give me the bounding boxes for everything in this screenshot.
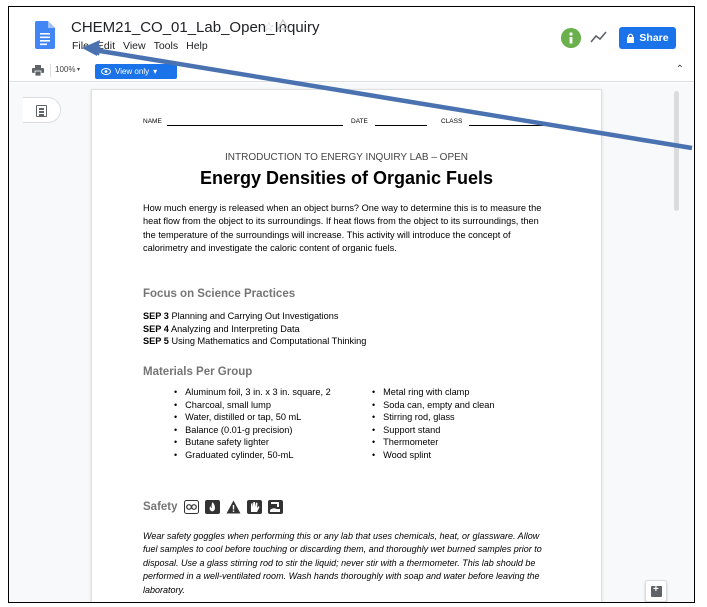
class-line xyxy=(469,125,547,126)
list-item: Balance (0.01-g precision) xyxy=(174,424,331,437)
lock-icon xyxy=(627,33,635,43)
google-docs-window: CHEM21_CO_01_Lab_Open_Inquiry ☆ File Edi… xyxy=(8,6,695,603)
materials-heading: Materials Per Group xyxy=(143,366,253,378)
vertical-scrollbar[interactable] xyxy=(674,91,679,211)
warning-icon xyxy=(226,500,241,514)
menu-help[interactable]: Help xyxy=(186,40,208,52)
list-item: Graduated cylinder, 50-mL xyxy=(174,449,331,462)
menu-view[interactable]: View xyxy=(123,40,146,52)
list-item: Stirring rod, glass xyxy=(372,411,495,424)
screenshot-frame: CHEM21_CO_01_Lab_Open_Inquiry ☆ File Edi… xyxy=(0,0,707,607)
eye-icon xyxy=(101,68,111,75)
practices-list: SEP 3 Planning and Carrying Out Investig… xyxy=(143,310,366,348)
practice-item: SEP 4 Analyzing and Interpreting Data xyxy=(143,323,300,334)
list-item: Charcoal, small lump xyxy=(174,399,331,412)
menu-tools[interactable]: Tools xyxy=(154,40,179,52)
list-item: Support stand xyxy=(372,424,495,437)
document-subtitle: INTRODUCTION TO ENERGY INQUIRY LAB – OPE… xyxy=(224,152,469,163)
menu-edit[interactable]: Edit xyxy=(97,40,115,52)
add-comment-icon xyxy=(651,584,662,597)
list-item: Butane safety lighter xyxy=(174,436,331,449)
wash-hands-icon xyxy=(267,500,283,514)
view-only-label: View only xyxy=(115,67,150,76)
glove-icon xyxy=(246,500,262,514)
add-comment-button[interactable] xyxy=(645,580,667,602)
intro-paragraph: How much energy is released when an obje… xyxy=(143,203,542,254)
materials-list-left: Aluminum foil, 3 in. x 3 in. square, 2 C… xyxy=(174,386,331,461)
zoom-select[interactable]: 100% xyxy=(55,65,75,74)
name-label: NAME xyxy=(143,118,162,125)
share-label: Share xyxy=(639,32,669,44)
star-icon[interactable]: ☆ xyxy=(263,19,275,35)
collapse-menus-icon[interactable]: ⌃ xyxy=(676,64,684,75)
view-only-mode-button[interactable]: View only ▾ xyxy=(95,64,177,79)
share-button[interactable]: Share xyxy=(619,27,676,49)
class-label: CLASS xyxy=(441,118,463,125)
name-line xyxy=(167,125,343,126)
list-item: Water, distilled or tap, 50 mL xyxy=(174,411,331,424)
document-page: NAME DATE CLASS INTRODUCTION TO ENERGY I… xyxy=(91,89,602,602)
outline-icon xyxy=(36,105,47,117)
practice-item: SEP 5 Using Mathematics and Computationa… xyxy=(143,336,367,346)
document-canvas: NAME DATE CLASS INTRODUCTION TO ENERGY I… xyxy=(9,83,694,602)
activity-dashboard-icon[interactable] xyxy=(590,30,608,44)
document-outline-button[interactable] xyxy=(23,97,61,123)
list-item: Thermometer xyxy=(372,436,495,449)
menu-file[interactable]: File xyxy=(72,40,89,52)
move-to-folder-icon[interactable] xyxy=(277,19,289,31)
menu-bar: File Edit View Tools Help xyxy=(72,40,208,52)
focus-heading: Focus on Science Practices xyxy=(143,288,296,300)
toolbar: 100% ▾ View only ▾ ⌃ xyxy=(9,60,694,82)
toolbar-divider xyxy=(50,64,51,77)
flame-icon xyxy=(204,500,220,514)
chevron-down-icon: ▾ xyxy=(153,67,158,76)
practice-item: SEP 3 Planning and Carrying Out Investig… xyxy=(143,311,339,321)
print-icon[interactable] xyxy=(32,65,44,76)
list-item: Metal ring with clamp xyxy=(372,386,495,399)
list-item: Wood splint xyxy=(372,449,495,462)
list-item: Aluminum foil, 3 in. x 3 in. square, 2 xyxy=(174,386,331,399)
docs-logo-icon[interactable] xyxy=(35,21,55,49)
avatar[interactable] xyxy=(561,28,581,48)
safety-paragraph: Wear safety goggles when performing this… xyxy=(143,531,542,595)
app-header: CHEM21_CO_01_Lab_Open_Inquiry ☆ File Edi… xyxy=(9,7,694,57)
date-line xyxy=(375,125,427,126)
safety-heading: Safety xyxy=(143,501,178,513)
chevron-down-icon[interactable]: ▾ xyxy=(77,66,80,73)
date-label: DATE xyxy=(351,118,368,125)
goggles-icon xyxy=(183,500,199,514)
list-item: Soda can, empty and clean xyxy=(372,399,494,412)
document-heading: Energy Densities of Organic Fuels xyxy=(199,168,494,188)
safety-heading-row: Safety xyxy=(143,500,283,514)
materials-list-right: Metal ring with clamp Soda can, empty an… xyxy=(372,386,495,462)
